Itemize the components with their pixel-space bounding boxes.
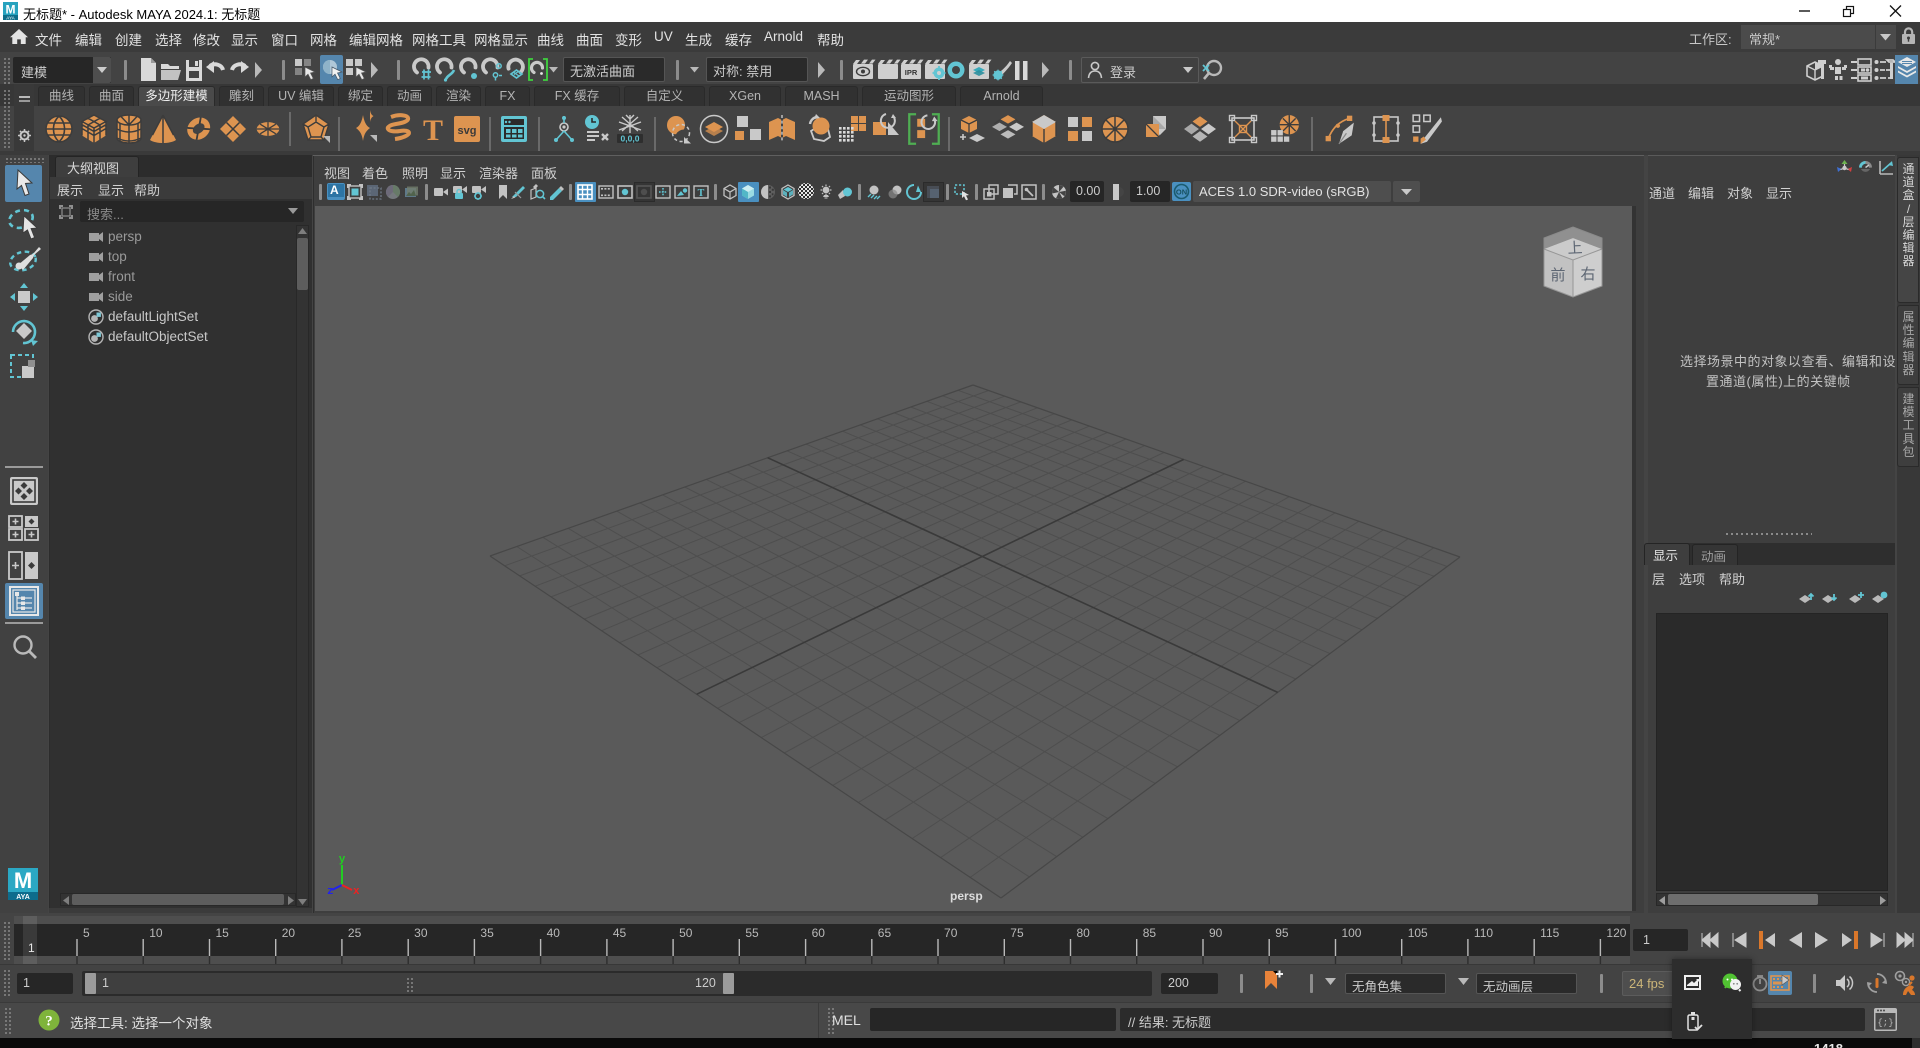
svg-text:?: ? bbox=[45, 1014, 53, 1030]
svg-text:{;}: {;} bbox=[1877, 1018, 1893, 1028]
